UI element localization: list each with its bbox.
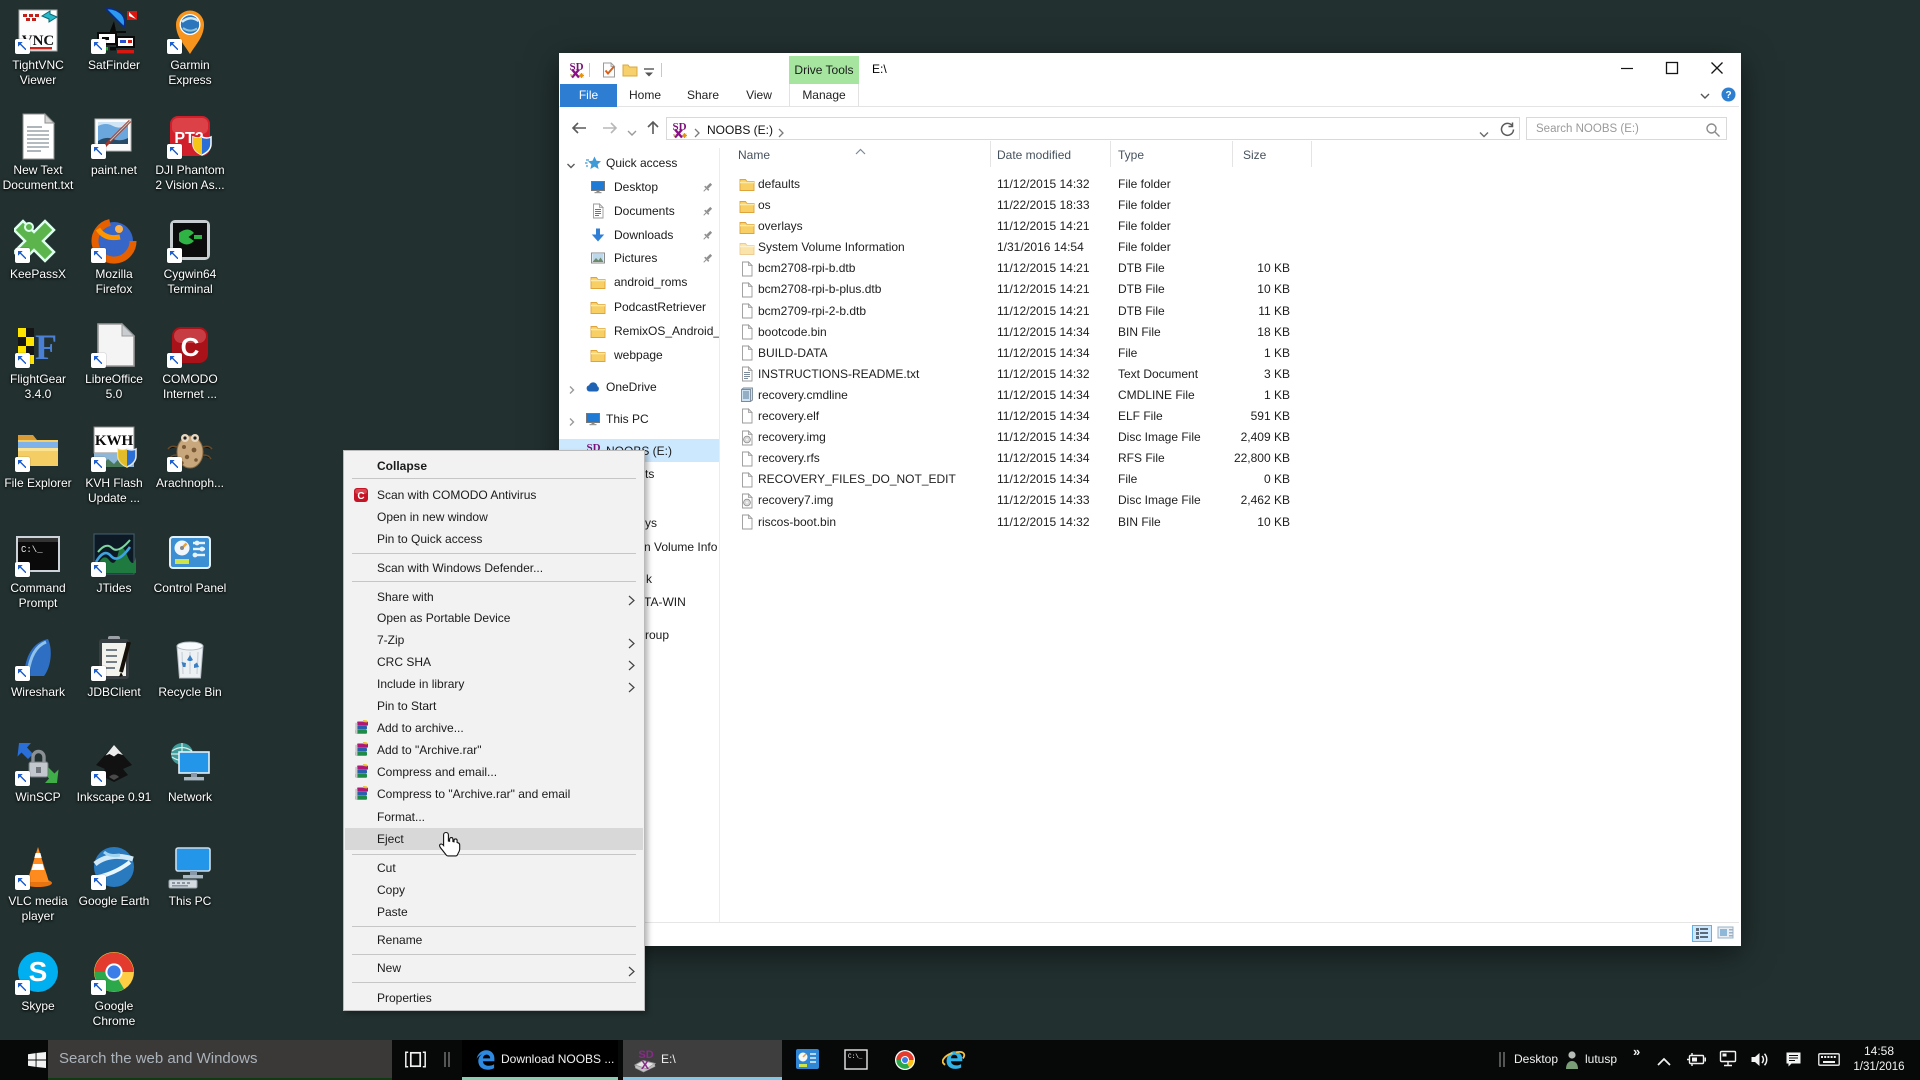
svg-text:C: C — [181, 332, 200, 362]
svg-text:KWH: KWH — [95, 433, 134, 449]
svg-text:C:\_: C:\_ — [848, 1053, 863, 1060]
svg-text:?: ? — [1725, 90, 1731, 101]
svg-text:F: F — [35, 327, 57, 367]
svg-text:C: C — [357, 491, 364, 502]
svg-text:S: S — [29, 956, 48, 987]
svg-text:C:\_: C:\_ — [21, 545, 43, 555]
svg-text:X: X — [641, 1058, 649, 1072]
